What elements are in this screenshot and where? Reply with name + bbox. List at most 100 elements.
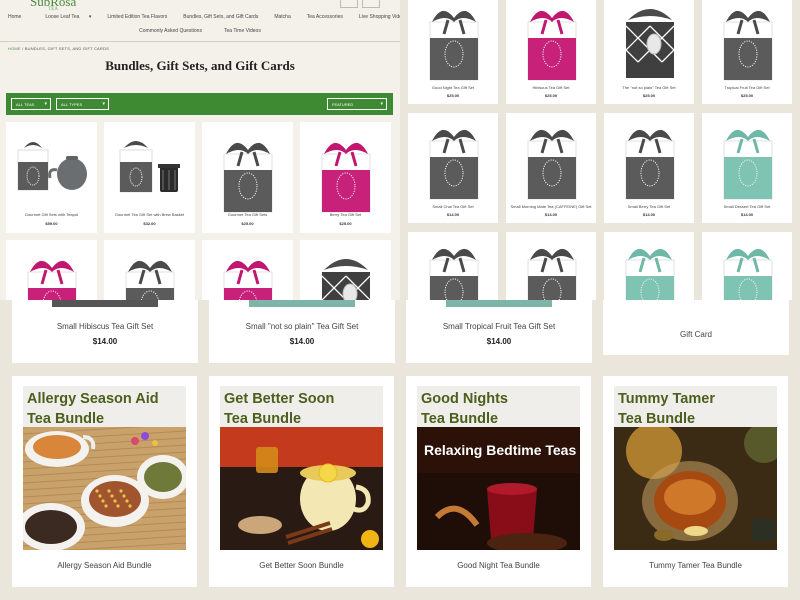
product-card[interactable]: Hibiscus Tea Gift Set $25.00 xyxy=(506,0,596,104)
bundle-name[interactable]: Allergy Season Aid Bundle xyxy=(12,561,197,570)
product-price: $25.00 xyxy=(740,93,754,98)
secondary-nav: Commonly Asked Questions Tea Time Videos xyxy=(0,28,400,34)
bundle-card[interactable]: Good Nights Tea Bundle Relaxing Bedtime T… xyxy=(406,376,591,587)
bundle-name[interactable]: Get Better Soon Bundle xyxy=(209,561,394,570)
product-card[interactable]: Small Dessert Tea Gift Set $14.00 xyxy=(702,113,792,223)
product-image[interactable] xyxy=(712,115,784,201)
product-name[interactable]: Good Night Tea Gift Set xyxy=(408,85,498,90)
product-image-edge[interactable] xyxy=(52,300,158,307)
product-card[interactable] xyxy=(408,232,498,300)
product-price: $14.00 xyxy=(446,212,460,217)
bundle-card[interactable]: Get Better Soon Tea Bundle Get Better Soo… xyxy=(209,376,394,587)
product-name[interactable]: Small Morning Mate Tea (CAFFEINE) Gift S… xyxy=(506,204,596,209)
product-card[interactable] xyxy=(506,232,596,300)
product-image[interactable] xyxy=(516,115,588,201)
product-price: $14.00 xyxy=(642,212,656,217)
nav-limited-edition[interactable]: Limited Edition Tea Flavors xyxy=(99,10,175,24)
product-name[interactable]: The "not so plain" Tea Gift Set xyxy=(604,85,694,90)
product-name[interactable]: Hibiscus Tea Gift Set xyxy=(506,85,596,90)
product-card[interactable]: Gift Card xyxy=(603,300,789,355)
product-name[interactable]: Small Dessert Tea Gift Set xyxy=(702,204,792,209)
product-card[interactable]: Good Night Tea Gift Set $25.00 xyxy=(408,0,498,104)
product-image[interactable] xyxy=(310,128,382,213)
bundle-image[interactable]: Allergy Season Aid Tea Bundle xyxy=(23,386,186,550)
product-name[interactable]: Gourmet Tea Gift Set with Brew Basket xyxy=(104,212,195,217)
bundle-photo xyxy=(614,423,777,550)
product-image[interactable] xyxy=(16,128,88,202)
product-price: $25.00 xyxy=(642,93,656,98)
product-name[interactable]: Small Chai Tea Gift Set xyxy=(408,204,498,209)
cart-icon[interactable] xyxy=(362,0,380,8)
product-name[interactable]: Tropical Fruit Tea Gift Set xyxy=(702,85,792,90)
breadcrumb-home[interactable]: HOME xyxy=(8,46,21,51)
product-card[interactable] xyxy=(702,232,792,300)
nav-tea-accessories[interactable]: Tea Accessories xyxy=(299,10,351,24)
product-image[interactable] xyxy=(516,234,588,300)
product-card[interactable]: Small Berry Tea Gift Set $14.00 xyxy=(604,113,694,223)
product-card[interactable]: Small Tropical Fruit Tea Gift Set $14.00 xyxy=(406,300,592,363)
product-card[interactable]: Small Morning Mate Tea (CAFFEINE) Gift S… xyxy=(506,113,596,223)
product-card[interactable]: Gourmet Gift Sets with Teapot $59.00 xyxy=(6,122,97,233)
product-name[interactable]: Berry Tea Gift Set xyxy=(300,212,391,217)
bundle-name[interactable]: Tummy Tamer Tea Bundle xyxy=(603,561,788,570)
product-image[interactable] xyxy=(418,0,490,82)
product-card[interactable] xyxy=(604,232,694,300)
sort-select[interactable]: FEATURED xyxy=(327,98,387,110)
bundle-name[interactable]: Good Night Tea Bundle xyxy=(406,561,591,570)
product-name[interactable]: Gourmet Tea Gift Sets xyxy=(202,212,293,217)
nav-matcha[interactable]: Matcha xyxy=(266,10,298,24)
nav-tea-time-videos[interactable]: Tea Time Videos xyxy=(224,28,261,34)
nav-faq[interactable]: Commonly Asked Questions xyxy=(139,28,202,34)
product-name[interactable]: Small Tropical Fruit Tea Gift Set xyxy=(406,322,592,331)
nav-bundles[interactable]: Bundles, Gift Sets, and Gift Cards xyxy=(175,10,266,24)
product-image[interactable] xyxy=(614,234,686,300)
bundle-image[interactable]: Good Nights Tea Bundle Relaxing Bedtime T… xyxy=(417,386,580,550)
bundle-banner-title: Allergy Season Aid Tea Bundle xyxy=(23,386,186,427)
product-name[interactable]: Small Hibiscus Tea Gift Set xyxy=(12,322,198,331)
bundle-card[interactable]: Allergy Season Aid Tea Bundle Allergy Sea… xyxy=(12,376,197,587)
product-name[interactable]: Small Berry Tea Gift Set xyxy=(604,204,694,209)
product-image[interactable] xyxy=(712,0,784,82)
product-card[interactable]: Small Hibiscus Tea Gift Set $14.00 xyxy=(12,300,198,363)
product-image[interactable] xyxy=(16,246,88,300)
nav-home[interactable]: Home xyxy=(0,10,29,24)
product-image[interactable] xyxy=(516,0,588,82)
nav-loose-leaf-tea[interactable]: Loose Leaf Tea ▾ xyxy=(29,10,99,24)
product-image[interactable] xyxy=(712,234,784,300)
nav-live-shopping[interactable]: Live Shopping Videos xyxy=(351,10,400,24)
account-icon[interactable] xyxy=(340,0,358,8)
product-card[interactable]: Small "not so plain" Tea Gift Set $14.00 xyxy=(209,300,395,363)
product-card[interactable]: Small Chai Tea Gift Set $14.00 xyxy=(408,113,498,223)
product-image[interactable] xyxy=(114,246,186,300)
bundle-banner-title: Tummy Tamer Tea Bundle xyxy=(614,386,777,427)
filter-types-select[interactable]: ALL TYPES xyxy=(56,98,109,110)
product-name[interactable]: Small "not so plain" Tea Gift Set xyxy=(209,322,395,331)
bundle-image[interactable]: Tummy Tamer Tea Bundle xyxy=(614,386,777,550)
product-image[interactable] xyxy=(614,0,686,82)
product-image[interactable] xyxy=(418,234,490,300)
product-image-edge[interactable] xyxy=(249,300,355,307)
product-image[interactable] xyxy=(614,115,686,201)
product-card[interactable]: The "not so plain" Tea Gift Set $25.00 xyxy=(604,0,694,104)
product-image-edge[interactable] xyxy=(446,300,552,307)
bundle-card[interactable]: Tummy Tamer Tea Bundle Tummy Tamer Tea Bu… xyxy=(603,376,788,587)
product-card[interactable] xyxy=(104,240,195,300)
bundle-image[interactable]: Get Better Soon Tea Bundle xyxy=(220,386,383,550)
product-image[interactable] xyxy=(212,246,284,300)
filter-teas-select[interactable]: ALL TEAS xyxy=(11,98,51,110)
product-name[interactable]: Gourmet Gift Sets with Teapot xyxy=(6,212,97,217)
product-card[interactable] xyxy=(202,240,293,300)
product-name[interactable]: Gift Card xyxy=(603,330,789,339)
product-card[interactable]: Berry Tea Gift Set $25.00 xyxy=(300,122,391,233)
product-card[interactable]: Gourmet Tea Gift Sets $25.00 xyxy=(202,122,293,233)
product-card[interactable] xyxy=(6,240,97,300)
product-card[interactable] xyxy=(300,240,391,300)
product-image[interactable] xyxy=(212,128,284,213)
product-image[interactable] xyxy=(418,115,490,201)
product-card[interactable]: Tropical Fruit Tea Gift Set $25.00 xyxy=(702,0,792,104)
product-price: $25.00 xyxy=(446,93,460,98)
product-image[interactable] xyxy=(114,128,186,202)
product-image[interactable] xyxy=(310,246,382,300)
svg-text:Relaxing Bedtime Teas: Relaxing Bedtime Teas xyxy=(424,442,576,458)
product-card[interactable]: Gourmet Tea Gift Set with Brew Basket $32… xyxy=(104,122,195,233)
